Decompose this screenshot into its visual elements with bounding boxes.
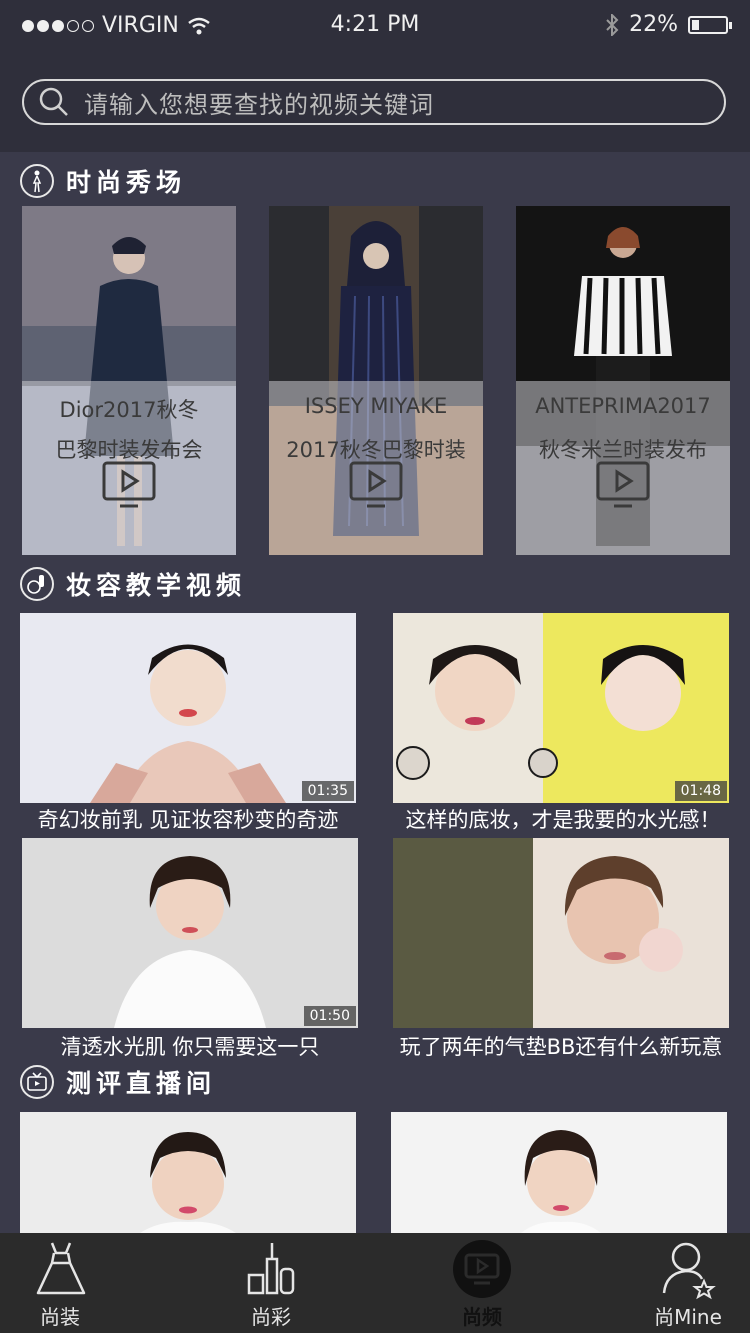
video-caption-1: 奇幻妆前乳 见证妆容秒变的奇迹: [37, 808, 339, 832]
user-icon: [662, 1242, 716, 1300]
show-title-line2: 巴黎时装发布会: [55, 438, 203, 462]
status-right: 22%: [605, 12, 732, 37]
play-icon: [349, 461, 403, 508]
battery-icon: [688, 15, 732, 34]
model-icon: [20, 164, 54, 198]
video-caption-2: 这样的底妆，才是我要的水光感！: [405, 808, 721, 832]
show-title-line2: 2017秋冬巴黎时装: [286, 438, 466, 462]
video-thumbnail-1: [20, 613, 356, 803]
tab-cosmetics[interactable]: 尚彩: [221, 1233, 321, 1333]
tab-clothing[interactable]: 尚装: [10, 1233, 110, 1333]
cosmetics-icon: [247, 1243, 295, 1295]
video-thumbnail-2: [393, 613, 729, 803]
video-card-3[interactable]: 01:50: [22, 838, 358, 1028]
video-caption-4: 玩了两年的气垫BB还有什么新玩意: [399, 1035, 723, 1059]
tab-label-video: 尚频: [462, 1305, 502, 1329]
section-title-makeup: 妆容教学视频: [66, 571, 247, 600]
video-tab-icon: [453, 1240, 511, 1298]
show-title-line2: 秋冬米兰时装发布: [539, 438, 707, 462]
search-area: 请输入您想要查找的视频关键词: [0, 52, 750, 152]
search-icon: [39, 87, 68, 116]
battery-percent: 22%: [629, 12, 678, 37]
review-thumbnail-1: [20, 1112, 356, 1233]
section-header-fashion: 时尚秀场: [20, 163, 186, 199]
tab-mine[interactable]: 尚Mine: [638, 1233, 738, 1333]
show-card-issey[interactable]: ISSEY MIYAKE 2017秋冬巴黎时装: [269, 206, 483, 555]
video-card-1[interactable]: 01:35: [20, 613, 356, 803]
tab-video[interactable]: 尚频: [432, 1233, 532, 1333]
review-thumbnail-2: [391, 1112, 727, 1233]
bluetooth-icon: [606, 13, 619, 36]
video-card-2[interactable]: 01:48: [393, 613, 729, 803]
video-duration: 01:48: [674, 781, 727, 801]
section-title-fashion: 时尚秀场: [66, 168, 187, 197]
search-placeholder: 请输入您想要查找的视频关键词: [84, 90, 434, 119]
video-duration: 01:35: [301, 781, 354, 801]
play-icon: [102, 461, 156, 508]
tv-icon: [20, 1065, 54, 1099]
section-header-makeup: 妆容教学视频: [20, 566, 246, 602]
review-card-2[interactable]: [391, 1112, 727, 1233]
video-caption-3: 清透水光肌 你只需要这一只: [60, 1035, 320, 1059]
show-title-line1: ISSEY MIYAKE: [304, 394, 448, 418]
play-icon: [596, 461, 650, 508]
makeup-brush-icon: [20, 567, 54, 601]
show-title-line1: ANTEPRIMA2017: [535, 394, 711, 418]
section-header-review: 测评直播间: [20, 1064, 216, 1100]
video-thumbnail-3: [22, 838, 358, 1028]
status-bar: VIRGIN 4:21 PM 22%: [0, 0, 750, 52]
review-card-1[interactable]: [20, 1112, 356, 1233]
show-card-dior[interactable]: Dior2017秋冬 巴黎时装发布会: [22, 206, 236, 555]
video-thumbnail-4: [393, 838, 729, 1028]
video-duration: 01:50: [303, 1006, 356, 1026]
tab-bar: 尚装 尚彩 尚频 尚Mine: [0, 1233, 750, 1333]
tab-label-mine: 尚Mine: [654, 1305, 722, 1329]
tab-label-cosmetics: 尚彩: [251, 1305, 291, 1329]
show-title-line1: Dior2017秋冬: [59, 398, 199, 422]
video-card-4[interactable]: [393, 838, 729, 1028]
dress-icon: [36, 1242, 86, 1295]
section-title-review: 测评直播间: [66, 1069, 217, 1098]
show-card-anteprima[interactable]: ANTEPRIMA2017 秋冬米兰时装发布: [516, 206, 730, 555]
tab-label-clothing: 尚装: [40, 1305, 80, 1329]
search-input[interactable]: 请输入您想要查找的视频关键词: [22, 79, 726, 125]
